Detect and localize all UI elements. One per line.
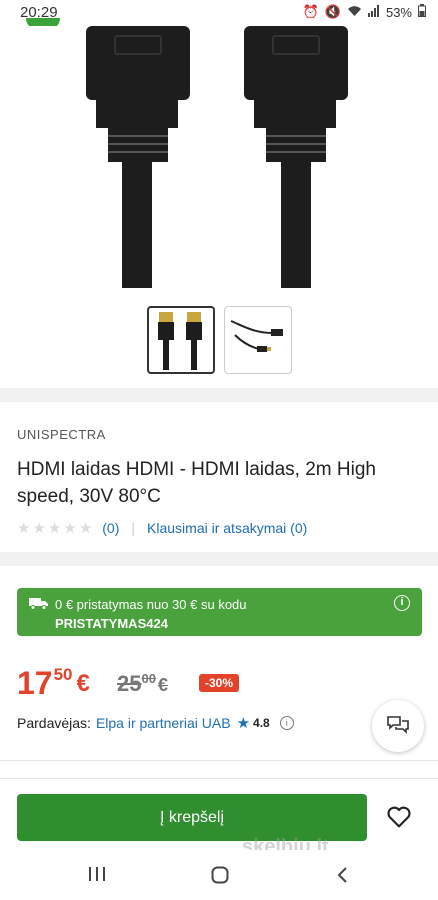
star-icon: ★	[236, 715, 251, 732]
back-icon[interactable]	[336, 866, 348, 889]
seller-label: Pardavėjas:	[17, 715, 91, 731]
wishlist-button[interactable]	[385, 803, 413, 831]
old-price-integer: 25	[117, 671, 142, 696]
promo-text: 0 € pristatymas nuo 30 € su kodu	[55, 597, 247, 612]
section-divider	[0, 552, 438, 566]
alarm-icon: ⏰	[302, 4, 319, 19]
price-integer: 17	[17, 665, 53, 701]
old-price-cents: 00	[141, 671, 156, 686]
star-icon: ★	[63, 520, 77, 537]
truck-icon	[29, 596, 49, 615]
price-currency: €	[76, 670, 90, 697]
rating-stars: ★ ★ ★ ★ ★	[17, 519, 94, 537]
current-price: 17 50 €	[17, 664, 90, 704]
battery-icon	[418, 4, 426, 20]
status-bar: 20:29 ⏰ 🔇 53%	[0, 0, 438, 26]
mute-icon: 🔇	[324, 4, 341, 19]
thumbnail-2[interactable]	[224, 306, 292, 374]
old-price: 25 00 €	[117, 670, 168, 700]
price-cents: 50	[53, 665, 73, 684]
star-icon: ★	[17, 520, 31, 537]
info-icon[interactable]: i	[279, 716, 294, 730]
product-title: HDMI laidas HDMI - HDMI laidas, 2m High …	[17, 459, 376, 507]
product-main-image[interactable]	[0, 26, 438, 288]
wifi-icon	[347, 5, 362, 20]
seller-name-link[interactable]: Elpa ir partneriai UAB	[96, 715, 231, 731]
signal-icon	[367, 4, 380, 20]
home-icon[interactable]	[211, 866, 229, 889]
section-divider	[0, 760, 438, 761]
product-brand[interactable]: UNISPECTRA	[17, 427, 106, 442]
add-to-cart-button[interactable]: Į krepšelį	[17, 794, 367, 841]
star-icon: ★	[47, 520, 62, 537]
questions-link[interactable]: Klausimai ir atsakymai (0)	[147, 520, 307, 536]
reviews-count-link[interactable]: (0)	[102, 520, 119, 536]
info-icon[interactable]: i	[394, 595, 410, 611]
system-nav-bar	[0, 850, 438, 900]
thumbnail-1[interactable]	[147, 306, 215, 374]
chat-icon	[386, 714, 410, 739]
promo-banner[interactable]: 0 € pristatymas nuo 30 € su kodu PRISTAT…	[17, 588, 422, 636]
discount-badge: -30%	[199, 674, 240, 692]
old-price-currency: €	[157, 675, 168, 695]
promo-code: PRISTATYMAS424	[55, 616, 168, 631]
seller-row: Pardavėjas: Elpa ir partneriai UAB ★ 4.8…	[17, 714, 294, 732]
chat-button[interactable]	[372, 700, 424, 752]
divider: |	[131, 520, 136, 536]
star-icon: ★	[32, 520, 46, 537]
heart-icon	[385, 806, 413, 835]
battery-percent: 53%	[385, 4, 412, 20]
seller-rating: 4.8	[253, 716, 270, 730]
section-divider	[0, 388, 438, 402]
rating-row: ★ ★ ★ ★ ★ (0) | Klausimai ir atsakymai (0)	[17, 518, 307, 538]
recent-apps-icon[interactable]	[88, 866, 106, 887]
star-icon: ★	[78, 520, 93, 537]
